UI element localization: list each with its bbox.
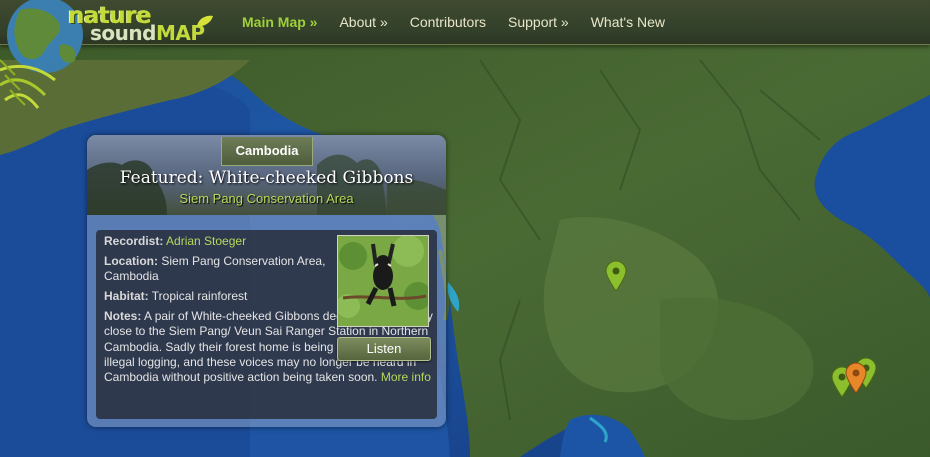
habitat-value: Tropical rainforest xyxy=(151,289,248,303)
habitat-label: Habitat: xyxy=(104,289,149,303)
recordist-row: Recordist: Adrian Stoeger xyxy=(104,234,332,249)
notes-label: Notes: xyxy=(104,309,142,323)
featured-recording-panel: Cambodia Featured: White-cheeked Gibbons… xyxy=(87,135,446,427)
map-pin-icon[interactable] xyxy=(605,260,627,292)
main-nav: Main Map » About » Contributors Support … xyxy=(231,0,676,44)
location-row: Location: Siem Pang Conservation Area, C… xyxy=(104,254,332,284)
more-info-link[interactable]: More info xyxy=(381,370,431,384)
leaf-icon xyxy=(197,15,213,27)
details-list: Recordist: Adrian Stoeger Location: Siem… xyxy=(104,234,332,309)
country-tab[interactable]: Cambodia xyxy=(221,137,313,166)
recording-details: Recordist: Adrian Stoeger Location: Siem… xyxy=(96,230,437,419)
recordist-link[interactable]: Adrian Stoeger xyxy=(166,234,246,248)
gibbon-photo xyxy=(337,235,429,327)
nav-main-map[interactable]: Main Map » xyxy=(231,0,328,44)
map-pin-icon-selected[interactable] xyxy=(845,362,867,394)
featured-title: Featured: White-cheeked Gibbons xyxy=(119,168,414,188)
panel-header: Cambodia Featured: White-cheeked Gibbons… xyxy=(87,135,446,215)
logo-text-sound: sound xyxy=(90,21,156,45)
location-label: Location: xyxy=(104,254,158,268)
habitat-row: Habitat: Tropical rainforest xyxy=(104,289,332,304)
recordist-label: Recordist: xyxy=(104,234,164,248)
nav-support[interactable]: Support » xyxy=(497,0,580,44)
logo-text-soundmap: soundMAP xyxy=(90,21,205,45)
nav-contributors[interactable]: Contributors xyxy=(399,0,497,44)
site-logo[interactable]: nature soundMAP xyxy=(0,0,230,115)
nav-whats-new[interactable]: What's New xyxy=(580,0,676,44)
featured-subtitle[interactable]: Siem Pang Conservation Area xyxy=(87,191,446,206)
listen-button[interactable]: Listen xyxy=(337,337,431,361)
nav-about[interactable]: About » xyxy=(328,0,398,44)
